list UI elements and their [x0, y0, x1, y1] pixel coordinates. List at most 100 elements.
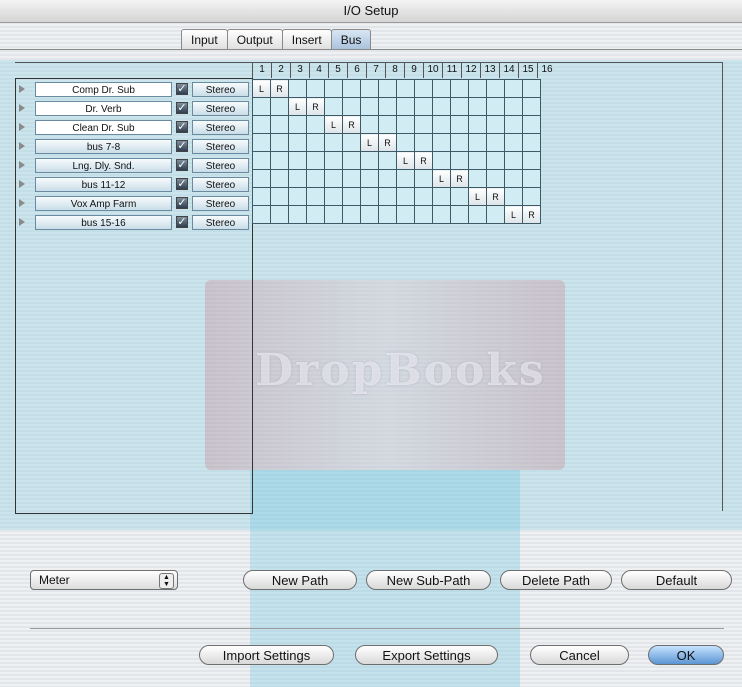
grid-cell[interactable] — [414, 133, 433, 152]
grid-cell[interactable] — [306, 79, 325, 98]
grid-cell[interactable] — [270, 187, 289, 206]
grid-cell[interactable]: R — [270, 79, 289, 98]
grid-cell[interactable] — [360, 151, 379, 170]
path-enabled-checkbox[interactable]: ✓ — [176, 140, 188, 152]
grid-cell[interactable] — [288, 133, 307, 152]
grid-cell[interactable] — [468, 115, 487, 134]
path-name-field[interactable]: bus 7-8 — [35, 139, 172, 154]
grid-cell[interactable] — [360, 169, 379, 188]
grid-cell[interactable] — [504, 187, 523, 206]
grid-cell[interactable] — [432, 151, 451, 170]
grid-cell[interactable] — [252, 97, 271, 116]
new-sub-path-button[interactable]: New Sub-Path — [366, 570, 491, 590]
grid-cell[interactable] — [324, 133, 343, 152]
path-format-selector[interactable]: Stereo — [192, 196, 249, 211]
grid-cell[interactable] — [342, 133, 361, 152]
grid-cell[interactable] — [450, 133, 469, 152]
grid-cell[interactable] — [360, 97, 379, 116]
path-enabled-checkbox[interactable]: ✓ — [176, 197, 188, 209]
grid-cell[interactable] — [396, 187, 415, 206]
grid-cell[interactable] — [522, 79, 541, 98]
grid-cell[interactable] — [378, 169, 397, 188]
path-format-selector[interactable]: Stereo — [192, 215, 249, 230]
tab-input[interactable]: Input — [181, 29, 228, 50]
grid-cell[interactable] — [486, 151, 505, 170]
grid-cell[interactable] — [342, 97, 361, 116]
grid-cell[interactable]: L — [252, 79, 271, 98]
grid-cell[interactable] — [468, 79, 487, 98]
grid-cell[interactable] — [378, 79, 397, 98]
grid-cell[interactable] — [432, 115, 451, 134]
grid-cell[interactable] — [252, 169, 271, 188]
grid-cell[interactable] — [324, 97, 343, 116]
grid-cell[interactable] — [378, 187, 397, 206]
grid-cell[interactable] — [306, 115, 325, 134]
grid-cell[interactable] — [504, 97, 523, 116]
disclosure-triangle-icon[interactable] — [19, 180, 25, 188]
grid-cell[interactable] — [432, 79, 451, 98]
grid-cell[interactable] — [504, 79, 523, 98]
grid-cell[interactable] — [288, 151, 307, 170]
grid-cell[interactable] — [396, 205, 415, 224]
grid-cell[interactable] — [522, 97, 541, 116]
grid-cell[interactable] — [468, 97, 487, 116]
path-enabled-checkbox[interactable]: ✓ — [176, 159, 188, 171]
grid-cell[interactable] — [486, 133, 505, 152]
grid-cell[interactable] — [468, 133, 487, 152]
disclosure-triangle-icon[interactable] — [19, 161, 25, 169]
path-enabled-checkbox[interactable]: ✓ — [176, 121, 188, 133]
grid-cell[interactable]: R — [450, 169, 469, 188]
path-name-field[interactable]: bus 15-16 — [35, 215, 172, 230]
tab-bus[interactable]: Bus — [330, 29, 372, 50]
grid-cell[interactable] — [378, 205, 397, 224]
grid-cell[interactable] — [522, 115, 541, 134]
grid-cell[interactable]: R — [378, 133, 397, 152]
grid-cell[interactable] — [504, 133, 523, 152]
grid-cell[interactable] — [360, 115, 379, 134]
grid-cell[interactable] — [252, 187, 271, 206]
grid-cell[interactable] — [270, 133, 289, 152]
export-settings-button[interactable]: Export Settings — [355, 645, 498, 665]
grid-cell[interactable] — [504, 169, 523, 188]
grid-cell[interactable] — [396, 97, 415, 116]
ok-button[interactable]: OK — [648, 645, 724, 665]
grid-cell[interactable] — [432, 187, 451, 206]
grid-cell[interactable]: L — [396, 151, 415, 170]
grid-cell[interactable] — [486, 169, 505, 188]
tab-insert[interactable]: Insert — [281, 29, 332, 50]
grid-cell[interactable] — [450, 79, 469, 98]
grid-cell[interactable] — [468, 169, 487, 188]
path-name-field[interactable]: Comp Dr. Sub — [35, 82, 172, 97]
grid-cell[interactable] — [306, 151, 325, 170]
grid-cell[interactable] — [378, 97, 397, 116]
grid-cell[interactable] — [342, 151, 361, 170]
grid-cell[interactable] — [252, 205, 271, 224]
path-format-selector[interactable]: Stereo — [192, 177, 249, 192]
path-format-selector[interactable]: Stereo — [192, 101, 249, 116]
disclosure-triangle-icon[interactable] — [19, 142, 25, 150]
grid-cell[interactable] — [378, 115, 397, 134]
path-enabled-checkbox[interactable]: ✓ — [176, 216, 188, 228]
path-enabled-checkbox[interactable]: ✓ — [176, 83, 188, 95]
delete-path-button[interactable]: Delete Path — [500, 570, 612, 590]
grid-cell[interactable]: L — [432, 169, 451, 188]
grid-cell[interactable] — [288, 115, 307, 134]
path-name-field[interactable]: Vox Amp Farm — [35, 196, 172, 211]
grid-cell[interactable] — [342, 205, 361, 224]
grid-cell[interactable] — [324, 187, 343, 206]
grid-cell[interactable]: L — [468, 187, 487, 206]
grid-cell[interactable]: L — [324, 115, 343, 134]
grid-cell[interactable]: L — [504, 205, 523, 224]
grid-cell[interactable] — [306, 133, 325, 152]
cancel-button[interactable]: Cancel — [530, 645, 629, 665]
grid-cell[interactable] — [414, 115, 433, 134]
grid-cell[interactable] — [396, 133, 415, 152]
grid-cell[interactable] — [270, 115, 289, 134]
grid-cell[interactable] — [342, 79, 361, 98]
grid-cell[interactable]: R — [522, 205, 541, 224]
grid-cell[interactable] — [270, 151, 289, 170]
grid-cell[interactable] — [288, 169, 307, 188]
import-settings-button[interactable]: Import Settings — [199, 645, 334, 665]
disclosure-triangle-icon[interactable] — [19, 199, 25, 207]
grid-cell[interactable] — [288, 205, 307, 224]
